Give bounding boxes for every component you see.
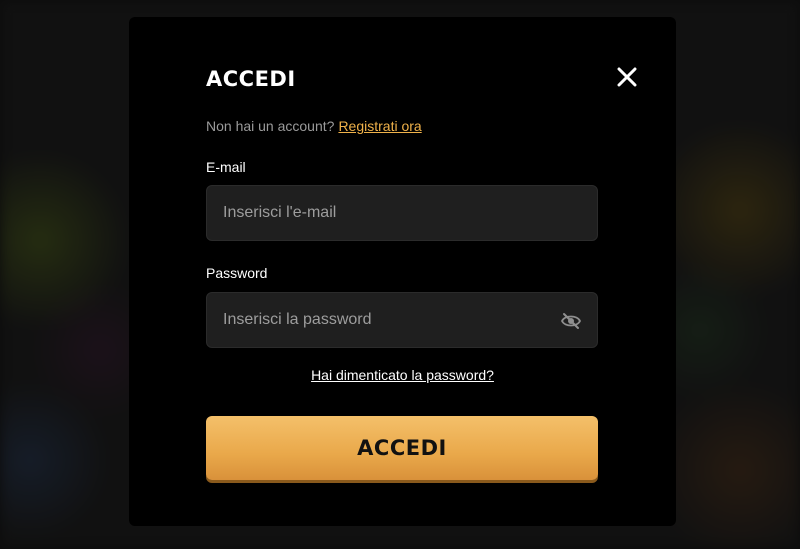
forgot-password-link[interactable]: Hai dimenticato la password? [311, 367, 494, 383]
password-label: Password [206, 265, 268, 281]
forgot-password-row: Hai dimenticato la password? [129, 367, 676, 385]
modal-title: ACCEDI [206, 67, 296, 91]
close-icon[interactable] [615, 65, 639, 89]
signup-link[interactable]: Registrati ora [338, 118, 421, 134]
signup-prompt-text: Non hai un account? [206, 118, 335, 134]
password-field[interactable] [207, 293, 597, 347]
login-modal: ACCEDI Non hai un account? Registrati ora… [129, 17, 676, 526]
password-field-wrapper [206, 292, 598, 348]
email-field-wrapper [206, 185, 598, 241]
email-label: E-mail [206, 159, 246, 175]
login-submit-button[interactable]: ACCEDI [206, 416, 598, 480]
signup-prompt-row: Non hai un account? Registrati ora [206, 118, 422, 134]
eye-off-icon[interactable] [560, 312, 582, 330]
email-field[interactable] [207, 186, 597, 240]
